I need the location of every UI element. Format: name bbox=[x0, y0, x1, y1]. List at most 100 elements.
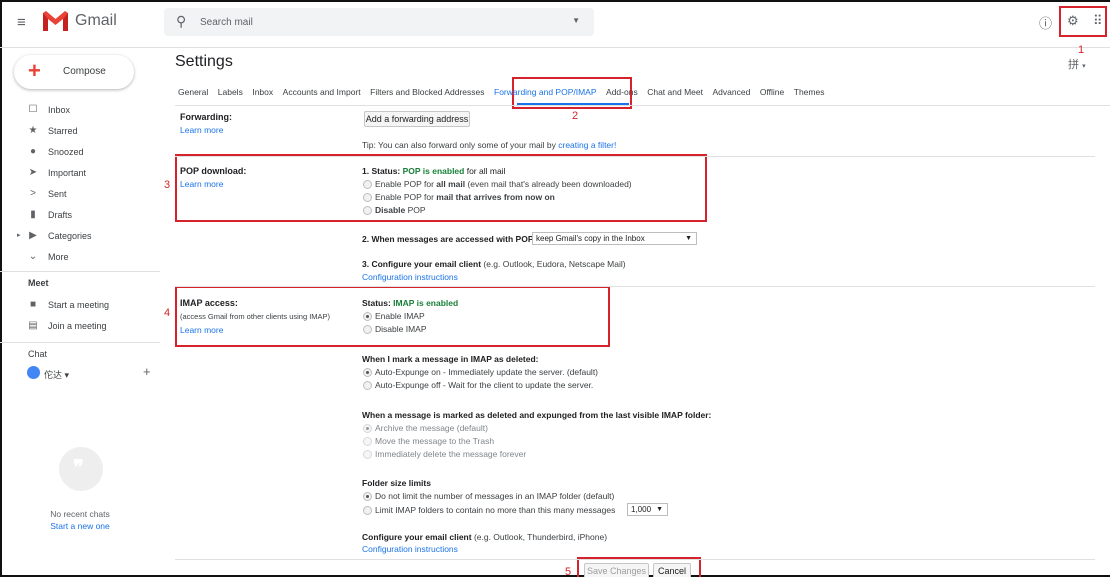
tab-accounts-and-import[interactable]: Accounts and Import bbox=[283, 87, 361, 97]
create-filter-link[interactable]: creating a filter! bbox=[558, 140, 616, 150]
section-divider bbox=[175, 156, 1095, 157]
enable-imap-label[interactable]: Enable IMAP bbox=[375, 311, 425, 321]
auto-expunge-off-label[interactable]: Auto-Expunge off - Wait for the client t… bbox=[375, 380, 593, 390]
sidebar-item-drafts[interactable]: ▮ Drafts bbox=[0, 206, 160, 226]
add-chat-icon[interactable]: + bbox=[143, 364, 151, 379]
top-bar: ≡ Gmail ⚲ Search mail ▼ ⓘ ⚙ ⠿ bbox=[0, 0, 1110, 48]
pop-access-question: 2. When messages are accessed with POP bbox=[362, 234, 534, 244]
tab-offline[interactable]: Offline bbox=[760, 87, 784, 97]
search-input[interactable]: Search mail bbox=[200, 17, 253, 28]
imap-learn-more-link[interactable]: Learn more bbox=[180, 325, 223, 335]
save-changes-button[interactable]: Save Changes bbox=[584, 563, 649, 577]
folder-limit-select[interactable]: 1,000 ▼ bbox=[627, 503, 668, 516]
search-icon[interactable]: ⚲ bbox=[176, 13, 186, 30]
sidebar-item-label: Inbox bbox=[48, 105, 71, 115]
gmail-logo-icon[interactable] bbox=[42, 10, 69, 32]
input-method-glyph: 拼 bbox=[1068, 59, 1079, 71]
move-to-trash-radio[interactable] bbox=[363, 437, 372, 446]
sidebar-item-important[interactable]: ➤ Important bbox=[0, 164, 160, 184]
sidebar-item-more[interactable]: ⌄ More bbox=[0, 248, 160, 268]
input-method-indicator[interactable]: 拼 ▾ bbox=[1068, 56, 1086, 72]
pop-all-mail-label[interactable]: Enable POP for all mail (even mail that'… bbox=[375, 179, 632, 189]
archive-message-radio[interactable] bbox=[363, 424, 372, 433]
pop-configuration-instructions-link[interactable]: Configuration instructions bbox=[362, 272, 458, 282]
pop-from-now-label[interactable]: Enable POP for mail that arrives from no… bbox=[375, 192, 555, 202]
add-forwarding-address-button[interactable]: Add a forwarding address bbox=[364, 111, 470, 127]
forwarding-learn-more-link[interactable]: Learn more bbox=[180, 125, 223, 135]
compose-label: Compose bbox=[63, 66, 106, 77]
sidebar-item-inbox[interactable]: ☐ Inbox bbox=[0, 101, 160, 121]
pop-disable-radio[interactable] bbox=[363, 206, 372, 215]
pop-all-mail-suffix: (even mail that's already been downloade… bbox=[465, 179, 632, 189]
page-title: Settings bbox=[175, 53, 233, 70]
tab-forwarding-pop-imap[interactable]: Forwarding and POP/IMAP bbox=[494, 87, 597, 97]
tab-advanced[interactable]: Advanced bbox=[713, 87, 751, 97]
move-to-trash-label[interactable]: Move the message to the Trash bbox=[375, 436, 494, 446]
limit-folder-radio[interactable] bbox=[363, 506, 372, 515]
pop-from-now-prefix: Enable POP for bbox=[375, 192, 437, 202]
settings-tabs: General Labels Inbox Accounts and Import… bbox=[178, 87, 831, 101]
limit-folder-label[interactable]: Limit IMAP folders to contain no more th… bbox=[375, 505, 615, 515]
disable-imap-label[interactable]: Disable IMAP bbox=[375, 324, 427, 334]
pop-from-now-radio[interactable] bbox=[363, 193, 372, 202]
no-limit-radio[interactable] bbox=[363, 492, 372, 501]
expand-arrow-icon[interactable]: ▸ bbox=[17, 231, 21, 239]
annotation-box-1 bbox=[1059, 6, 1107, 37]
tab-labels[interactable]: Labels bbox=[218, 87, 243, 97]
pop-disable-suffix: POP bbox=[405, 205, 426, 215]
sidebar-item-start-meeting[interactable]: ■ Start a meeting bbox=[0, 296, 160, 316]
pop-download-label: POP download: bbox=[180, 166, 247, 176]
pop-learn-more-link[interactable]: Learn more bbox=[180, 179, 223, 189]
tab-filters[interactable]: Filters and Blocked Addresses bbox=[370, 87, 484, 97]
chat-user-name[interactable]: 佗达 ▾ bbox=[44, 368, 69, 381]
compose-button[interactable]: + Compose bbox=[14, 55, 134, 89]
forwarding-tip-text: Tip: You can also forward only some of y… bbox=[362, 140, 559, 150]
tab-themes[interactable]: Themes bbox=[794, 87, 825, 97]
cancel-button[interactable]: Cancel bbox=[653, 563, 691, 577]
archive-message-label[interactable]: Archive the message (default) bbox=[375, 423, 488, 433]
no-limit-label[interactable]: Do not limit the number of messages in a… bbox=[375, 491, 614, 501]
sidebar-item-starred[interactable]: ★ Starred bbox=[0, 122, 160, 142]
pop-disable-bold: Disable bbox=[375, 205, 406, 215]
pop-from-now-bold: mail that arrives from now on bbox=[436, 192, 555, 202]
star-icon: ★ bbox=[28, 125, 38, 136]
sidebar-item-sent[interactable]: > Sent bbox=[0, 185, 160, 205]
chat-bubble-icon: ❞ bbox=[59, 447, 103, 491]
pop-all-mail-prefix: Enable POP for bbox=[375, 179, 437, 189]
search-bar[interactable]: ⚲ Search mail ▼ bbox=[164, 8, 594, 36]
tab-add-ons[interactable]: Add-ons bbox=[606, 87, 638, 97]
auto-expunge-on-radio[interactable] bbox=[363, 368, 372, 377]
sidebar-item-label: Start a meeting bbox=[48, 300, 110, 310]
tab-general[interactable]: General bbox=[178, 87, 208, 97]
auto-expunge-on-label[interactable]: Auto-Expunge on - Immediately update the… bbox=[375, 367, 598, 377]
avatar[interactable] bbox=[27, 366, 40, 379]
sidebar-item-categories[interactable]: ▸ ▶ Categories bbox=[0, 227, 160, 247]
annotation-number-2: 2 bbox=[572, 110, 579, 122]
main-menu-icon[interactable]: ≡ bbox=[17, 15, 30, 30]
pop-configure-suffix: (e.g. Outlook, Eudora, Netscape Mail) bbox=[481, 259, 626, 269]
section-divider bbox=[175, 559, 1095, 560]
clock-icon: ● bbox=[29, 146, 37, 157]
search-options-icon[interactable]: ▼ bbox=[572, 16, 580, 25]
enable-imap-radio[interactable] bbox=[363, 312, 372, 321]
section-divider bbox=[175, 286, 1095, 287]
disable-imap-radio[interactable] bbox=[363, 325, 372, 334]
help-icon[interactable]: ⓘ bbox=[1039, 13, 1052, 32]
gmail-logo-text[interactable]: Gmail bbox=[75, 12, 117, 30]
sidebar-item-join-meeting[interactable]: ▤ Join a meeting bbox=[0, 317, 160, 337]
imap-configuration-instructions-link[interactable]: Configuration instructions bbox=[362, 544, 458, 554]
delete-forever-label[interactable]: Immediately delete the message forever bbox=[375, 449, 526, 459]
sidebar-item-snoozed[interactable]: ● Snoozed bbox=[0, 143, 160, 163]
pop-all-mail-radio[interactable] bbox=[363, 180, 372, 189]
auto-expunge-off-radio[interactable] bbox=[363, 381, 372, 390]
tab-inbox[interactable]: Inbox bbox=[252, 87, 273, 97]
dropdown-arrow-icon: ▼ bbox=[685, 235, 692, 242]
important-icon: ➤ bbox=[28, 167, 38, 178]
start-new-chat-link[interactable]: Start a new one bbox=[0, 521, 160, 531]
delete-forever-radio[interactable] bbox=[363, 450, 372, 459]
pop-status: 1. Status: POP is enabled for all mail bbox=[362, 166, 505, 176]
imap-status-prefix: Status: bbox=[362, 298, 394, 308]
pop-access-select[interactable]: keep Gmail's copy in the Inbox ▼ bbox=[532, 232, 697, 245]
pop-disable-label[interactable]: Disable POP bbox=[375, 205, 426, 215]
tab-chat-and-meet[interactable]: Chat and Meet bbox=[647, 87, 703, 97]
